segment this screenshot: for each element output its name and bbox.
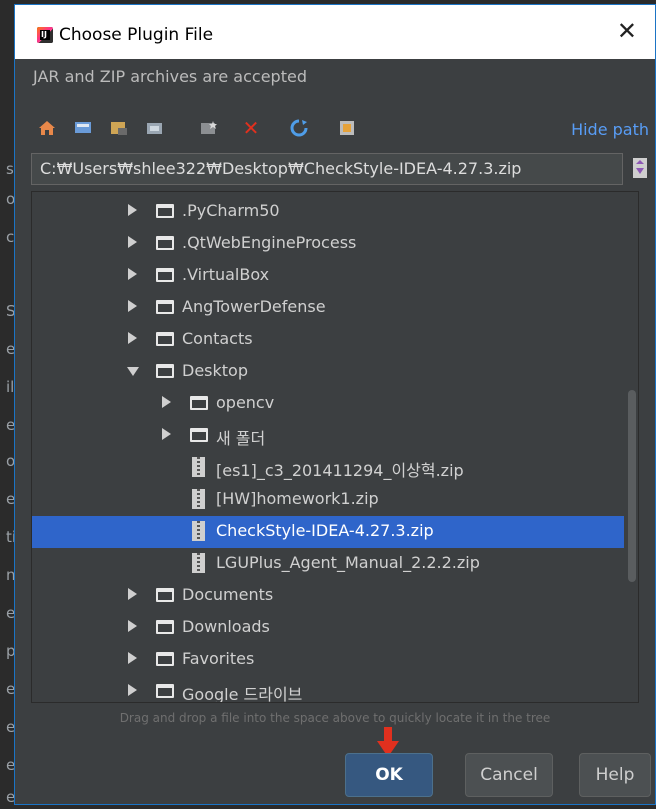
- file-tree[interactable]: .PyCharm50 .QtWebEngineProcess .VirtualB…: [31, 191, 639, 703]
- tree-item-label: [es1]_c3_201411294_이상혁.zip: [216, 461, 464, 480]
- chevron-right-icon[interactable]: [128, 300, 137, 312]
- tree-item-virtualbox[interactable]: .VirtualBox: [32, 260, 624, 292]
- tree-item-pycharm50[interactable]: .PyCharm50: [32, 196, 624, 228]
- tree-item-new-folder[interactable]: 새 폴더: [32, 420, 624, 452]
- tree-item-label: Favorites: [182, 649, 255, 668]
- drag-drop-hint: Drag and drop a file into the space abov…: [119, 711, 551, 725]
- tree-item-google-drive[interactable]: Google 드라이브: [32, 676, 624, 703]
- tree-item-label: Contacts: [182, 329, 253, 348]
- new-folder-icon[interactable]: [199, 118, 219, 138]
- hide-path-link[interactable]: Hide path: [571, 120, 649, 139]
- bg-text-fragment: c: [6, 228, 15, 246]
- tree-item-downloads[interactable]: Downloads: [32, 612, 624, 644]
- tree-item-label: .QtWebEngineProcess: [182, 233, 357, 252]
- folder-icon: [156, 300, 174, 314]
- chevron-right-icon[interactable]: [128, 620, 137, 632]
- tree-item-label: opencv: [216, 393, 275, 412]
- tree-item-label: LGUPlus_Agent_Manual_2.2.2.zip: [216, 553, 480, 572]
- help-button[interactable]: Help: [579, 753, 651, 797]
- folder-icon: [190, 428, 208, 442]
- file-chooser-toolbar: ✕ Hide path: [15, 110, 655, 146]
- folder-icon: [156, 684, 174, 698]
- tree-item-label: [HW]homework1.zip: [216, 489, 379, 508]
- tree-item-contacts[interactable]: Contacts: [32, 324, 624, 356]
- folder-icon: [156, 652, 174, 666]
- chevron-right-icon[interactable]: [162, 396, 171, 408]
- chevron-right-icon[interactable]: [128, 236, 137, 248]
- zip-archive-icon: [192, 489, 205, 509]
- folder-icon: [190, 396, 208, 410]
- zip-archive-icon: [192, 457, 205, 477]
- tree-item-hw-zip[interactable]: [HW]homework1.zip: [32, 484, 624, 516]
- tree-item-label: Desktop: [182, 361, 248, 380]
- desktop-icon[interactable]: [73, 118, 93, 138]
- folder-icon: [156, 620, 174, 634]
- tree-scrollbar[interactable]: [628, 390, 636, 582]
- home-icon[interactable]: [37, 118, 57, 138]
- project-icon[interactable]: [109, 118, 129, 138]
- tree-item-label: Downloads: [182, 617, 270, 636]
- folder-icon: [156, 204, 174, 218]
- tree-item-label: .PyCharm50: [182, 201, 280, 220]
- chevron-right-icon[interactable]: [128, 332, 137, 344]
- dialog-title: Choose Plugin File: [59, 25, 214, 45]
- chevron-right-icon[interactable]: [128, 684, 137, 696]
- chevron-right-icon[interactable]: [128, 588, 137, 600]
- tree-item-angtowerdefense[interactable]: AngTowerDefense: [32, 292, 624, 324]
- accepted-formats-label: JAR and ZIP archives are accepted: [33, 67, 307, 86]
- chevron-down-icon[interactable]: [127, 367, 139, 376]
- tree-item-label: Documents: [182, 585, 274, 604]
- folder-icon: [156, 588, 174, 602]
- module-icon[interactable]: [145, 118, 165, 138]
- tree-item-es1-zip[interactable]: [es1]_c3_201411294_이상혁.zip: [32, 452, 624, 484]
- cancel-button[interactable]: Cancel: [465, 753, 553, 797]
- tree-item-checkstyle-zip[interactable]: CheckStyle-IDEA-4.27.3.zip: [32, 516, 624, 548]
- show-hidden-icon[interactable]: [337, 118, 357, 138]
- tree-item-opencv[interactable]: opencv: [32, 388, 624, 420]
- dialog-titlebar[interactable]: IJ Choose Plugin File ✕: [15, 5, 655, 59]
- tree-item-desktop[interactable]: Desktop: [32, 356, 624, 388]
- choose-plugin-file-dialog: IJ Choose Plugin File ✕ JAR and ZIP arch…: [14, 4, 656, 805]
- tree-item-favorites[interactable]: Favorites: [32, 644, 624, 676]
- chevron-right-icon[interactable]: [128, 652, 137, 664]
- tree-item-documents[interactable]: Documents: [32, 580, 624, 612]
- tree-item-label: AngTowerDefense: [182, 297, 326, 316]
- folder-icon: [156, 268, 174, 282]
- tree-item-label: CheckStyle-IDEA-4.27.3.zip: [216, 521, 434, 540]
- ok-button[interactable]: OK: [345, 753, 433, 797]
- refresh-icon[interactable]: [289, 118, 309, 138]
- tree-item-label: Google 드라이브: [182, 685, 303, 703]
- folder-icon: [156, 332, 174, 346]
- tree-item-label: .VirtualBox: [182, 265, 270, 284]
- folder-icon: [156, 364, 174, 378]
- intellij-app-icon: IJ: [37, 27, 53, 43]
- tree-item-label: 새 폴더: [216, 429, 266, 448]
- tree-item-qtwebengineprocess[interactable]: .QtWebEngineProcess: [32, 228, 624, 260]
- path-history-icon[interactable]: [631, 156, 649, 180]
- delete-icon[interactable]: ✕: [241, 116, 261, 140]
- chevron-right-icon[interactable]: [128, 268, 137, 280]
- chevron-right-icon[interactable]: [162, 428, 171, 440]
- folder-icon: [156, 236, 174, 250]
- path-input[interactable]: C:₩Users₩shlee322₩Desktop₩CheckStyle-IDE…: [31, 153, 623, 185]
- close-button[interactable]: ✕: [617, 19, 637, 43]
- zip-archive-icon: [192, 553, 205, 573]
- bg-text-fragment: s: [6, 160, 14, 178]
- tree-item-lguplus-zip[interactable]: LGUPlus_Agent_Manual_2.2.2.zip: [32, 548, 624, 580]
- zip-archive-icon: [192, 521, 205, 541]
- chevron-right-icon[interactable]: [128, 204, 137, 216]
